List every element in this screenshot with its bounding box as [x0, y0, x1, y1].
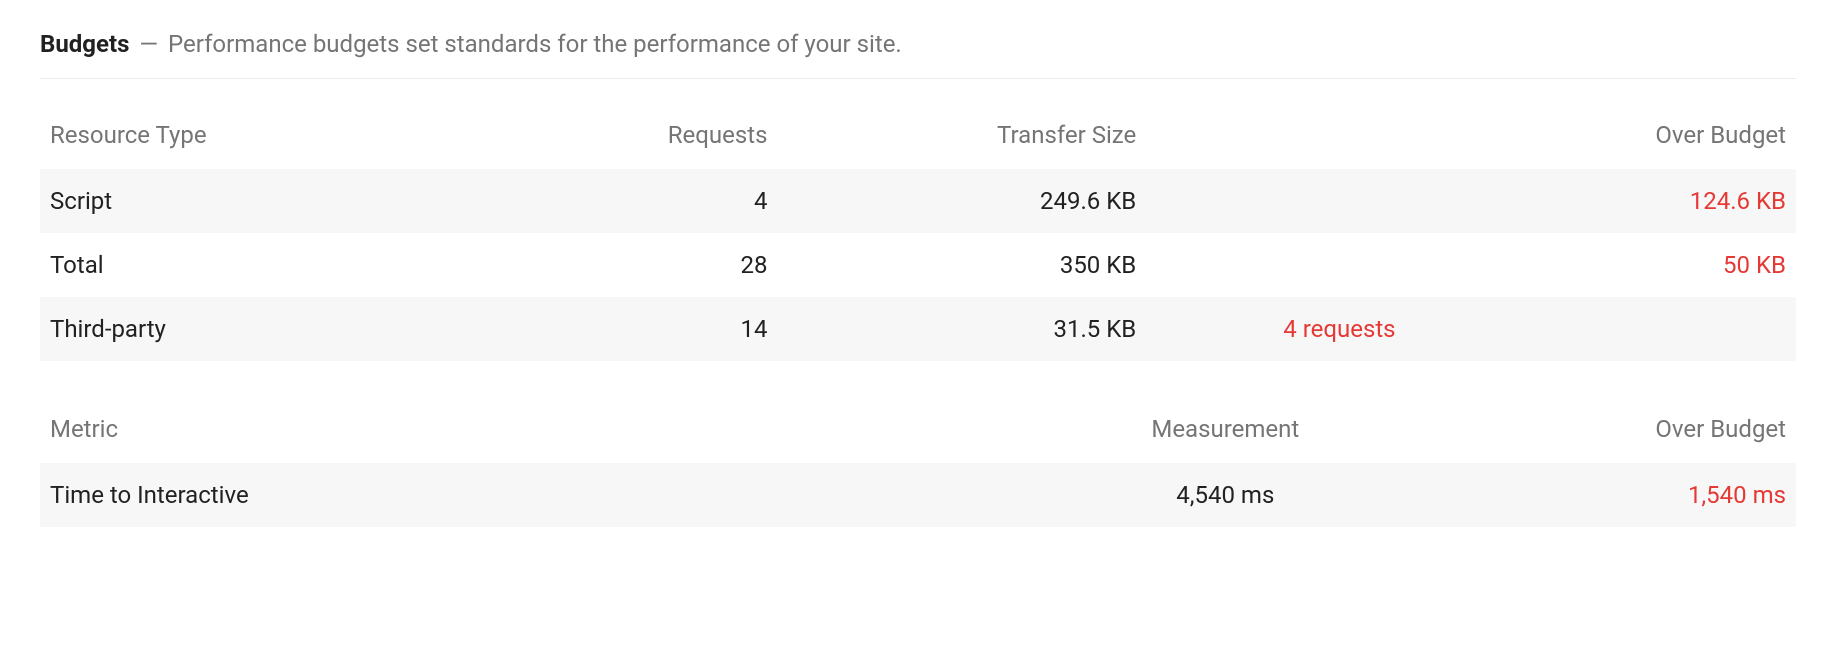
cell-requests: 14 [567, 297, 778, 361]
table-row: Script 4 249.6 KB 124.6 KB [40, 169, 1796, 233]
cell-extra [1146, 233, 1532, 297]
col-over-budget: Over Budget [1533, 107, 1796, 169]
cell-size: 249.6 KB [778, 169, 1147, 233]
cell-over: 1,540 ms [1445, 463, 1796, 527]
cell-type: Third-party [40, 297, 567, 361]
cell-over: 124.6 KB [1533, 169, 1796, 233]
cell-over [1533, 297, 1796, 361]
cell-size: 350 KB [778, 233, 1147, 297]
metrics-table: Metric Measurement Over Budget Time to I… [40, 401, 1796, 527]
cell-measurement: 4,540 ms [1006, 463, 1445, 527]
cell-requests: 4 [567, 169, 778, 233]
metrics-header-row: Metric Measurement Over Budget [40, 401, 1796, 463]
col-extra [1146, 107, 1532, 169]
table-row: Time to Interactive 4,540 ms 1,540 ms [40, 463, 1796, 527]
cell-extra: 4 requests [1146, 297, 1532, 361]
col-transfer-size: Transfer Size [778, 107, 1147, 169]
cell-extra [1146, 169, 1532, 233]
cell-metric: Time to Interactive [40, 463, 1006, 527]
cell-type: Script [40, 169, 567, 233]
section-dash: — [139, 30, 158, 58]
col-metric: Metric [40, 401, 1006, 463]
col-measurement: Measurement [1006, 401, 1445, 463]
cell-over: 50 KB [1533, 233, 1796, 297]
col-over-budget: Over Budget [1445, 401, 1796, 463]
table-row: Third-party 14 31.5 KB 4 requests [40, 297, 1796, 361]
col-requests: Requests [567, 107, 778, 169]
section-title: Budgets [40, 30, 129, 58]
section-header: Budgets — Performance budgets set standa… [40, 30, 1796, 79]
section-description: Performance budgets set standards for th… [168, 30, 902, 58]
table-row: Total 28 350 KB 50 KB [40, 233, 1796, 297]
cell-type: Total [40, 233, 567, 297]
cell-requests: 28 [567, 233, 778, 297]
col-resource-type: Resource Type [40, 107, 567, 169]
cell-size: 31.5 KB [778, 297, 1147, 361]
resources-table: Resource Type Requests Transfer Size Ove… [40, 107, 1796, 361]
resources-header-row: Resource Type Requests Transfer Size Ove… [40, 107, 1796, 169]
